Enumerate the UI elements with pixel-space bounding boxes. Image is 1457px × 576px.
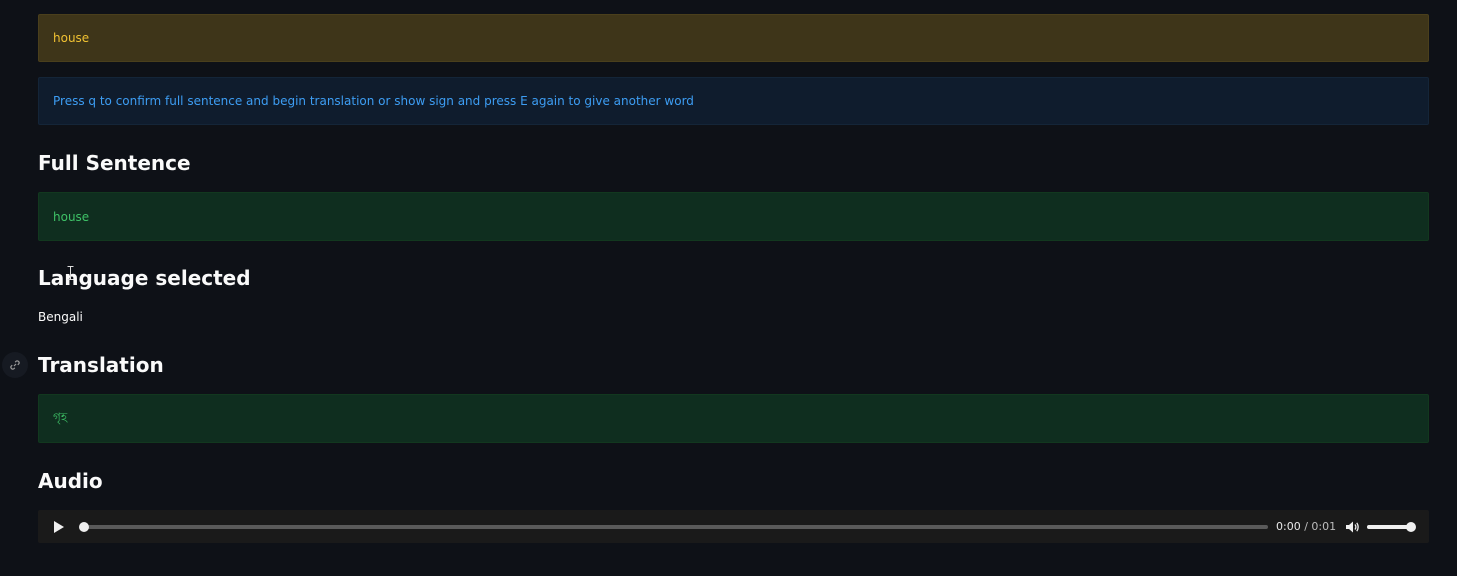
link-icon[interactable] xyxy=(2,352,28,378)
audio-time-separator: / xyxy=(1300,520,1312,533)
audio-time-display: 0:00 / 0:01 xyxy=(1276,520,1336,533)
translation-heading: Translation xyxy=(38,353,164,377)
audio-duration: 0:01 xyxy=(1311,520,1337,533)
audio-player: 0:00 / 0:01 xyxy=(38,510,1429,543)
current-word-text: house xyxy=(53,31,90,45)
text-cursor-icon xyxy=(67,266,74,280)
translation-text: গৃহ xyxy=(53,409,68,424)
volume-slider[interactable] xyxy=(1367,522,1416,532)
translation-success-alert: গৃহ xyxy=(38,394,1429,443)
language-selected-value: Bengali xyxy=(38,310,83,324)
instruction-info-alert: Press q to confirm full sentence and beg… xyxy=(38,77,1429,125)
streamlit-app-page: house Press q to confirm full sentence a… xyxy=(0,0,1457,576)
volume-icon xyxy=(1346,521,1359,533)
audio-heading: Audio xyxy=(38,469,103,493)
audio-progress-knob[interactable] xyxy=(79,522,89,532)
play-icon xyxy=(54,521,64,533)
full-sentence-heading: Full Sentence xyxy=(38,151,191,175)
current-word-warning-alert: house xyxy=(38,14,1429,62)
instruction-text: Press q to confirm full sentence and beg… xyxy=(53,94,694,108)
full-sentence-text: house xyxy=(53,209,90,224)
link-icon-glyph xyxy=(10,360,20,370)
audio-current-time: 0:00 xyxy=(1276,520,1301,533)
full-sentence-success-alert: house xyxy=(38,192,1429,241)
mute-button[interactable] xyxy=(1344,519,1360,535)
audio-progress-slider[interactable] xyxy=(79,522,1268,532)
play-button[interactable] xyxy=(52,519,66,535)
volume-knob[interactable] xyxy=(1406,522,1416,532)
